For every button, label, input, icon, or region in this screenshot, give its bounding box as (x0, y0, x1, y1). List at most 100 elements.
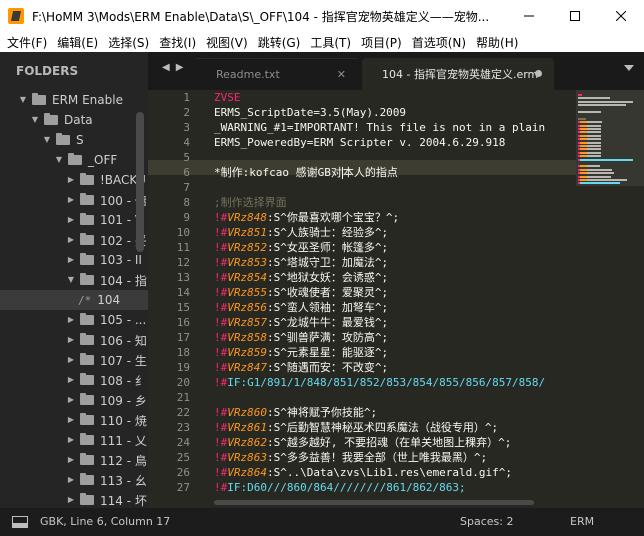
tab-dropdown-icon[interactable] (624, 65, 634, 71)
code-line[interactable]: !#VRz856:S^蛮人领袖：加弩车^; (214, 300, 574, 315)
sidebar-folder-item[interactable]: ▶ 113 - 幺 (0, 470, 148, 490)
code-line[interactable]: !#VRz857:S^龙城牛牛：最爱钱^; (214, 315, 574, 330)
caret-right-icon[interactable]: ▶ (66, 195, 76, 205)
code-token: :S^地狱女妖：会诱惑^; (267, 271, 389, 284)
tab-next-icon[interactable]: ▶ (176, 62, 184, 80)
caret-right-icon[interactable]: ▶ (66, 475, 76, 485)
code-line[interactable] (214, 180, 574, 195)
caret-down-icon[interactable]: ▼ (30, 115, 40, 125)
menu-item[interactable]: 项目(P) (356, 34, 407, 51)
close-button[interactable] (598, 0, 644, 32)
menu-item[interactable]: 选择(S) (103, 34, 154, 51)
code-line[interactable] (214, 390, 574, 405)
minimap-line (586, 148, 602, 151)
caret-down-icon[interactable]: ▼ (66, 275, 76, 285)
menu-item[interactable]: 文件(F) (2, 34, 52, 51)
code-line[interactable]: !#VRz855:S^收魂使者：爱聚灵^; (214, 285, 574, 300)
sidebar-folder-item[interactable]: ▶ 103 - II (0, 250, 148, 270)
minimize-button[interactable] (506, 0, 552, 32)
maximize-button[interactable] (552, 0, 598, 32)
code-line[interactable]: _WARNING_#1=IMPORTANT! This file is not … (214, 120, 574, 135)
sidebar-folder-item[interactable]: ▼ Data (0, 110, 148, 130)
caret-right-icon[interactable]: ▶ (66, 315, 76, 325)
code-line[interactable]: !#VRz851:S^人族骑士：经验多^; (214, 225, 574, 240)
menu-item[interactable]: 跳转(G) (253, 34, 306, 51)
caret-right-icon[interactable]: ▶ (66, 215, 76, 225)
caret-right-icon[interactable]: ▶ (66, 495, 76, 505)
caret-right-icon[interactable]: ▶ (66, 355, 76, 365)
minimap-line (578, 94, 583, 96)
code-line[interactable]: ;制作选择界面 (214, 195, 574, 210)
sidebar-scrollbar[interactable] (136, 112, 144, 252)
code-line[interactable]: ZVSE (214, 90, 574, 105)
code-line[interactable]: !#VRz848:S^你最喜欢哪个宝宝？^; (214, 210, 574, 225)
tab-readme[interactable]: Readme.txt ✕ (196, 58, 358, 90)
code-editor[interactable]: 1 2 3 4 5 6 7 8 9 10 11 12 13 14 15 16 17 18 19 20 21 22 23 24 2… (148, 90, 644, 508)
code-line[interactable]: !#VRz860:S^神将赋予你技能^; (214, 405, 574, 420)
caret-right-icon[interactable]: ▶ (66, 175, 76, 185)
sidebar-folder-item[interactable]: ▶ 109 - 乡 (0, 390, 148, 410)
status-indentation[interactable]: Spaces: 2 (460, 515, 513, 528)
caret-right-icon[interactable]: ▶ (66, 435, 76, 445)
caret-right-icon[interactable]: ▶ (66, 235, 76, 245)
menu-item[interactable]: 工具(T) (305, 34, 356, 51)
code-line[interactable]: !#VRz863:S^多多益善！我要全部（世上唯我最黑）^; (214, 450, 574, 465)
code-line[interactable]: !#IF:G1/891/1/848/851/852/853/854/855/85… (214, 375, 574, 390)
caret-right-icon[interactable]: ▶ (66, 255, 76, 265)
code-line[interactable] (214, 150, 574, 165)
menu-item[interactable]: 首选项(N) (407, 34, 471, 51)
code-line[interactable]: ERMS_PoweredBy=ERM Scripter v. 2004.6.29… (214, 135, 574, 150)
sidebar-folder-item[interactable]: ▶ 111 - 乂 (0, 430, 148, 450)
sidebar-folder-item[interactable]: ▶ 108 - 纟 (0, 370, 148, 390)
sidebar-folder-item[interactable]: ▶ 101 - V (0, 210, 148, 230)
caret-down-icon[interactable]: ▼ (42, 135, 52, 145)
app-icon (8, 8, 24, 24)
sidebar-folder-item[interactable]: ▼ S (0, 130, 148, 150)
code-line[interactable]: ERMS_ScriptDate=3.5(May).2009 (214, 105, 574, 120)
sidebar-folder-item[interactable]: ▶ 112 - 鳥 (0, 450, 148, 470)
code-line[interactable]: !#VRz859:S^元素星星：能驱逐^; (214, 345, 574, 360)
menu-item[interactable]: 查找(I) (154, 34, 201, 51)
minimap[interactable] (576, 90, 644, 508)
caret-right-icon[interactable]: ▶ (66, 375, 76, 385)
caret-down-icon[interactable]: ▼ (54, 155, 64, 165)
sidebar-folder-item[interactable]: ▼ ERM Enable (0, 90, 148, 110)
sidebar-folder-item[interactable]: ▼ 104 - 指 (0, 270, 148, 290)
code-line[interactable]: !#VRz852:S^女巫圣师：帐篷多^; (214, 240, 574, 255)
sidebar-file-item[interactable]: /* 104 (0, 290, 148, 310)
code-line[interactable]: !#VRz862:S^越多越好, 不要招魂（在单关地图上稞弃）^; (214, 435, 574, 450)
caret-down-icon[interactable]: ▼ (18, 95, 28, 105)
sidebar-folder-item[interactable]: ▶ 102 - 妥 (0, 230, 148, 250)
sidebar-folder-item[interactable]: ▶ 114 - 坏 (0, 490, 148, 508)
tab-close-icon[interactable]: ✕ (337, 68, 346, 81)
code-line[interactable]: !#VRz861:S^后勤智慧神秘巫术四系魔法（战役专用）^; (214, 420, 574, 435)
menu-item[interactable]: 编辑(E) (52, 34, 103, 51)
code-line[interactable]: !#VRz864:S^..\Data\zvs\Lib1.res\emerald.… (214, 465, 574, 480)
sidebar-folder-item[interactable]: ▼ _OFF (0, 150, 148, 170)
code-line[interactable]: !#VRz854:S^地狱女妖：会诱惑^; (214, 270, 574, 285)
code-line[interactable]: !#VRz847:S^随遇而安：不改变^; (214, 360, 574, 375)
horizontal-scrollbar[interactable] (214, 500, 534, 505)
caret-right-icon[interactable]: ▶ (66, 335, 76, 345)
menu-item[interactable]: 视图(V) (201, 34, 253, 51)
sidebar-folder-item[interactable]: ▶ 106 - 知 (0, 330, 148, 350)
caret-right-icon[interactable]: ▶ (66, 455, 76, 465)
caret-right-icon[interactable]: ▶ (66, 395, 76, 405)
sidebar-folder-item[interactable]: ▶ 100 - 傭 (0, 190, 148, 210)
code-line[interactable]: !#VRz853:S^塔城守卫：加魔法^; (214, 255, 574, 270)
sidebar-folder-item[interactable]: ▶ 110 - 焼 (0, 410, 148, 430)
code-area[interactable]: ZVSE ERMS_ScriptDate=3.5(May).2009 _WARNIN… (214, 90, 574, 508)
code-line[interactable]: !#IF:D60///860/864////////861/862/863; (214, 480, 574, 495)
sidebar-folder-item[interactable]: ▶ 105 - ... (0, 310, 148, 330)
code-line[interactable]: *制作:kofcao 感谢GB对本人的指点 (214, 165, 574, 180)
tab-prev-icon[interactable]: ◀ (162, 62, 170, 80)
unsaved-dot-icon[interactable] (535, 70, 542, 77)
menu-item[interactable]: 帮助(H) (471, 34, 523, 51)
status-syntax[interactable]: ERM (570, 515, 594, 528)
code-line[interactable]: !#VRz858:S^驯兽萨满：攻防高^; (214, 330, 574, 345)
tab-erm-file[interactable]: 104 - 指挥官宠物英雄定义.erm (362, 58, 554, 90)
sidebar-folder-item[interactable]: ▶ 107 - 生 (0, 350, 148, 370)
caret-right-icon[interactable]: ▶ (66, 415, 76, 425)
panel-toggle-icon[interactable] (12, 516, 28, 528)
sidebar-folder-item[interactable]: ▶ !BACKU (0, 170, 148, 190)
